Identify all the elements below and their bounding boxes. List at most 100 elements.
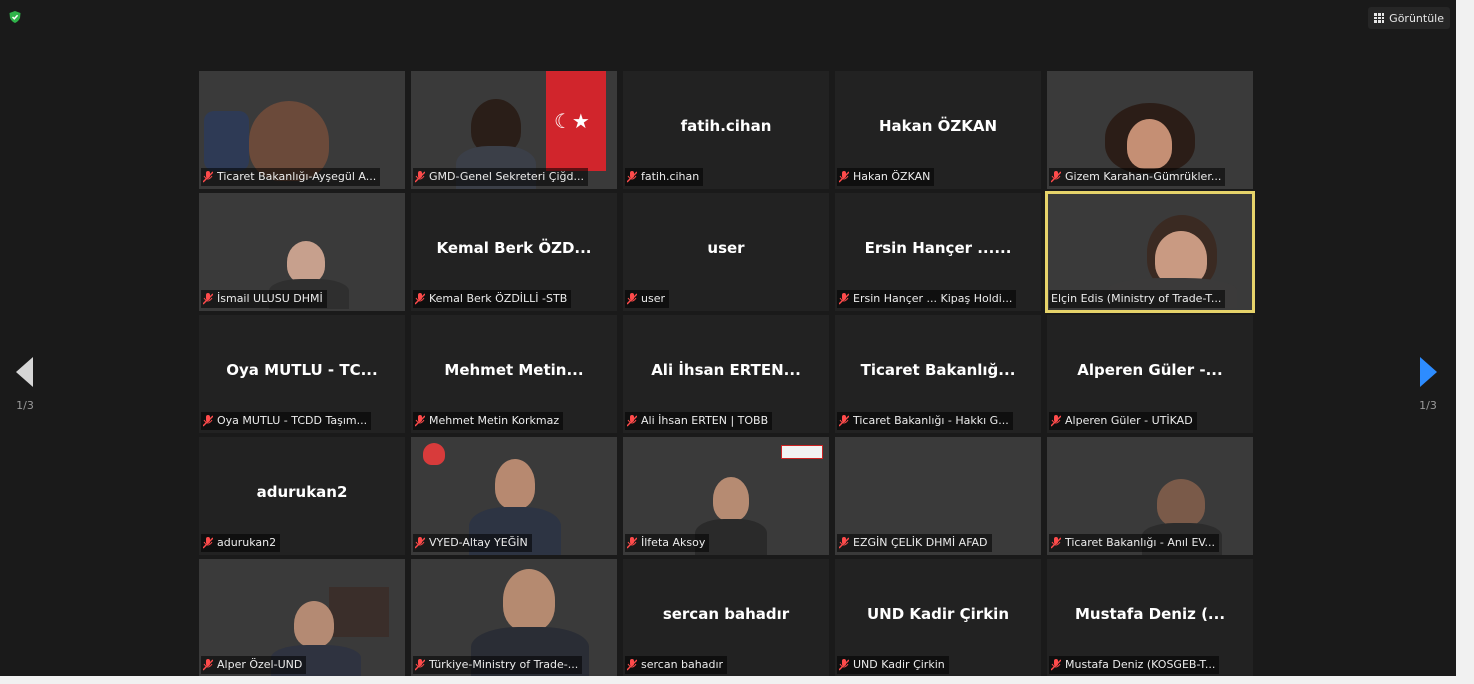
participant-tile[interactable]: İlfeta Aksoy (623, 437, 829, 555)
muted-mic-icon (203, 659, 213, 671)
participant-name-label: user (625, 290, 669, 308)
muted-mic-icon (1051, 171, 1061, 183)
next-page-arrow-icon[interactable] (1419, 357, 1437, 387)
participant-tile[interactable]: Alperen Güler -... Alperen Güler - UTİKA… (1047, 315, 1253, 433)
previous-page-control[interactable]: 1/3 (10, 357, 40, 412)
wall-picture (329, 587, 389, 637)
organization-logo (781, 445, 823, 459)
participant-tile[interactable]: sercan bahadır sercan bahadır (623, 559, 829, 676)
participant-tile[interactable]: VYED-Altay YEĞİN (411, 437, 617, 555)
participant-name-label: Ticaret Bakanlığı - Anıl EV... (1049, 534, 1220, 552)
muted-mic-icon (415, 537, 425, 549)
participant-tile[interactable]: fatih.cihan fatih.cihan (623, 71, 829, 189)
participant-name-label: Alper Özel-UND (201, 656, 307, 674)
participant-name-label: UND Kadir Çirkin (837, 656, 949, 674)
participant-name-label: Ticaret Bakanlığı - Hakkı G... (837, 412, 1013, 430)
participant-display-name: Oya MUTLU - TC... (226, 361, 378, 379)
participant-name-label: EZGİN ÇELİK DHMİ AFAD (837, 534, 992, 552)
muted-mic-icon (839, 293, 849, 305)
participant-display-name: user (707, 239, 745, 257)
participant-display-name: Mustafa Deniz (... (1074, 605, 1226, 623)
meeting-window: Görüntüle 1/3 1/3 Ticaret Bakanlığı-Ayşe… (0, 0, 1456, 676)
participant-display-name: Alperen Güler -... (1077, 361, 1223, 379)
muted-mic-icon (415, 415, 425, 427)
security-shield-icon[interactable] (8, 10, 22, 24)
participant-tile[interactable]: Mehmet Metin... Mehmet Metin Korkmaz (411, 315, 617, 433)
participant-gallery: Ticaret Bakanlığı-Ayşegül A... GMD-Genel… (199, 71, 1255, 676)
previous-page-arrow-icon[interactable] (16, 357, 34, 387)
view-button-label: Görüntüle (1389, 11, 1444, 25)
participant-tile[interactable]: Kemal Berk ÖZD... Kemal Berk ÖZDİLLİ -ST… (411, 193, 617, 311)
participant-tile[interactable]: Oya MUTLU - TC... Oya MUTLU - TCDD Taşım… (199, 315, 405, 433)
muted-mic-icon (1051, 659, 1061, 671)
participant-name-label: Hakan ÖZKAN (837, 168, 935, 186)
active-speaker-tile[interactable]: Elçin Edis (Ministry of Trade-T... (1045, 191, 1255, 313)
participant-name-label: Ersin Hançer ... Kipaş Holdi... (837, 290, 1017, 308)
next-page-control[interactable]: 1/3 (1413, 357, 1443, 412)
participant-name-label: sercan bahadır (625, 656, 728, 674)
muted-mic-icon (839, 659, 849, 671)
participant-tile[interactable]: Mustafa Deniz (... Mustafa Deniz (KOSGEB… (1047, 559, 1253, 676)
muted-mic-icon (839, 171, 849, 183)
muted-mic-icon (627, 659, 637, 671)
gallery-grid-icon (1374, 13, 1385, 23)
participant-name-label: İsmail ULUSU DHMİ (201, 290, 327, 308)
participant-name-label: Ali İhsan ERTEN | TOBB (625, 412, 773, 430)
participant-tile[interactable]: Ticaret Bakanlığ... Ticaret Bakanlığı - … (835, 315, 1041, 433)
muted-mic-icon (839, 415, 849, 427)
view-button[interactable]: Görüntüle (1368, 7, 1450, 29)
participant-display-name: Ticaret Bakanlığ... (860, 361, 1016, 379)
participant-name-label: Elçin Edis (Ministry of Trade-T... (1049, 290, 1226, 308)
muted-mic-icon (627, 293, 637, 305)
muted-mic-icon (839, 537, 849, 549)
participant-name-label: adurukan2 (201, 534, 281, 552)
participant-display-name: Ali İhsan ERTEN... (651, 361, 801, 379)
muted-mic-icon (415, 659, 425, 671)
participant-name-label: Mehmet Metin Korkmaz (413, 412, 564, 430)
muted-mic-icon (627, 537, 637, 549)
participant-display-name: adurukan2 (256, 483, 348, 501)
muted-mic-icon (203, 171, 213, 183)
participant-display-name: sercan bahadır (662, 605, 790, 623)
participant-tile[interactable]: user user (623, 193, 829, 311)
participant-name-label: İlfeta Aksoy (625, 534, 710, 552)
participant-tile[interactable]: adurukan2 adurukan2 (199, 437, 405, 555)
muted-mic-icon (203, 537, 213, 549)
muted-mic-icon (1051, 537, 1061, 549)
participant-name-label: VYED-Altay YEĞİN (413, 534, 532, 552)
muted-mic-icon (203, 293, 213, 305)
page-indicator-right: 1/3 (1419, 399, 1437, 412)
participant-name-label: Alperen Güler - UTİKAD (1049, 412, 1197, 430)
participant-tile[interactable]: Alper Özel-UND (199, 559, 405, 676)
muted-mic-icon (627, 415, 637, 427)
participant-tile[interactable]: Türkiye-Ministry of Trade-... (411, 559, 617, 676)
participant-name-label: Gizem Karahan-Gümrükler... (1049, 168, 1226, 186)
organization-logo (423, 443, 445, 465)
participant-tile[interactable]: Gizem Karahan-Gümrükler... (1047, 71, 1253, 189)
participant-display-name: fatih.cihan (680, 117, 772, 135)
muted-mic-icon (415, 171, 425, 183)
turkish-flag (546, 71, 606, 171)
participant-tile[interactable]: Hakan ÖZKAN Hakan ÖZKAN (835, 71, 1041, 189)
participant-tile[interactable]: UND Kadir Çirkin UND Kadir Çirkin (835, 559, 1041, 676)
participant-tile[interactable]: Ticaret Bakanlığı - Anıl EV... (1047, 437, 1253, 555)
muted-mic-icon (1051, 415, 1061, 427)
participant-tile[interactable]: EZGİN ÇELİK DHMİ AFAD (835, 437, 1041, 555)
participant-tile[interactable]: Ticaret Bakanlığı-Ayşegül A... (199, 71, 405, 189)
participant-display-name: UND Kadir Çirkin (867, 605, 1009, 623)
participant-name-label: Kemal Berk ÖZDİLLİ -STB (413, 290, 572, 308)
participant-name-label: Ticaret Bakanlığı-Ayşegül A... (201, 168, 381, 186)
participant-name-label: Türkiye-Ministry of Trade-... (413, 656, 583, 674)
page-indicator-left: 1/3 (16, 399, 34, 412)
participant-display-name: Ersin Hançer ...... (864, 239, 1012, 257)
participant-name-label: fatih.cihan (625, 168, 704, 186)
participant-tile[interactable]: Ersin Hançer ...... Ersin Hançer ... Kip… (835, 193, 1041, 311)
participant-name-label: Mustafa Deniz (KOSGEB-T... (1049, 656, 1220, 674)
participant-display-name: Mehmet Metin... (444, 361, 584, 379)
participant-tile[interactable]: Ali İhsan ERTEN... Ali İhsan ERTEN | TOB… (623, 315, 829, 433)
participant-tile[interactable]: GMD-Genel Sekreteri Çiğd... (411, 71, 617, 189)
muted-mic-icon (415, 293, 425, 305)
participant-tile[interactable]: İsmail ULUSU DHMİ (199, 193, 405, 311)
participant-display-name: Hakan ÖZKAN (878, 117, 998, 135)
participant-display-name: Kemal Berk ÖZD... (436, 239, 592, 257)
